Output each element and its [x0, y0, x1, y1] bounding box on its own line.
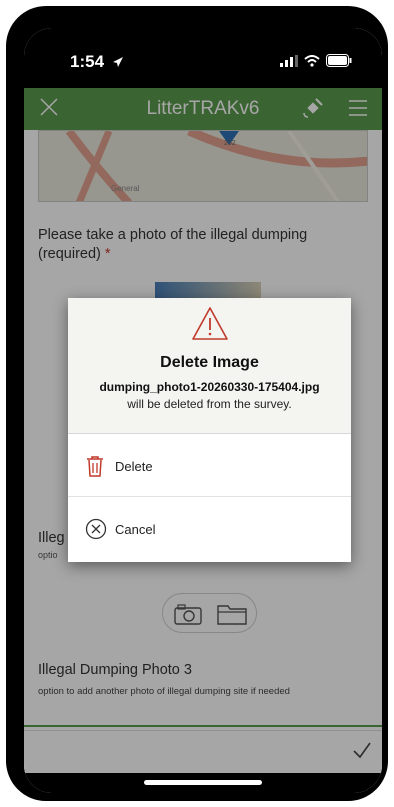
cancel-circle-icon	[85, 518, 107, 540]
delete-label: Delete	[115, 459, 153, 474]
wifi-icon	[304, 54, 320, 67]
home-indicator-area	[24, 773, 382, 793]
signal-icon	[280, 54, 298, 67]
delete-button[interactable]: Delete	[68, 435, 351, 497]
phone-frame: 1:54 LitterTRAKv6 202 General Please tak…	[6, 6, 388, 801]
battery-icon	[326, 54, 352, 67]
dialog-title: Delete Image	[160, 354, 259, 371]
dialog-header: Delete Image dumping_photo1-20260330-175…	[68, 298, 351, 434]
status-time: 1:54	[70, 52, 105, 71]
location-arrow-icon	[113, 57, 123, 67]
status-bar: 1:54	[24, 28, 382, 88]
cancel-button[interactable]: Cancel	[68, 498, 351, 560]
trash-icon	[87, 456, 103, 477]
screen: 1:54 LitterTRAKv6 202 General Please tak…	[24, 28, 382, 793]
warning-icon	[192, 307, 228, 340]
dialog-filename: dumping_photo1-20260330-175404.jpg	[99, 380, 320, 394]
dialog-message: will be deleted from the survey.	[127, 397, 292, 411]
delete-image-dialog: Delete Image dumping_photo1-20260330-175…	[68, 298, 351, 562]
cancel-label: Cancel	[115, 522, 156, 537]
home-indicator[interactable]	[144, 780, 262, 785]
